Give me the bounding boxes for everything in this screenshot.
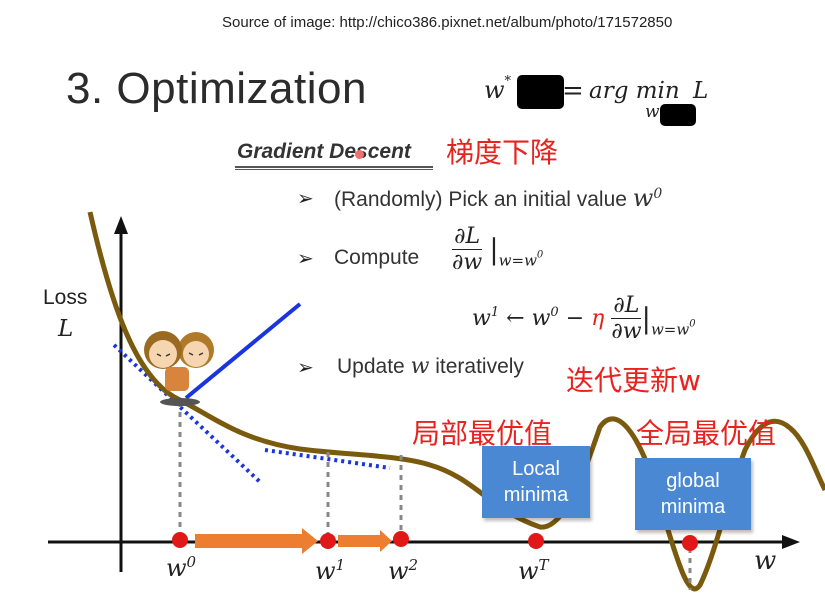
global-minima-line1: global — [666, 470, 720, 492]
global-minima-zh: 全局最优值 — [636, 417, 777, 450]
local-minima-line1: Local — [512, 458, 560, 480]
y-axis-var: L — [58, 316, 74, 342]
loss-curve — [87, 211, 825, 592]
marker-w2 — [393, 531, 409, 547]
label-w0: w0 — [166, 553, 196, 582]
label-wT-sup: T — [538, 556, 549, 574]
label-w1-base: w — [315, 557, 336, 585]
y-axis-label: Loss — [43, 286, 88, 309]
global-minima-box: global minima — [635, 458, 751, 530]
label-w1-sup: 1 — [335, 556, 346, 574]
step-arrow-1-head — [302, 528, 318, 554]
x-axis-arrow-icon — [782, 535, 800, 549]
step-arrow-1 — [195, 534, 305, 548]
marker-w1 — [320, 533, 336, 549]
label-w2-sup: 2 — [408, 556, 419, 574]
label-wT: wT — [518, 556, 549, 585]
label-w2-base: w — [388, 557, 409, 585]
local-minima-line2: minima — [503, 484, 569, 506]
x-axis-var: w — [754, 546, 777, 576]
global-minima-line2: minima — [660, 496, 726, 518]
step-arrow-2 — [338, 535, 382, 547]
cartoon-character-icon — [144, 331, 214, 406]
label-w1: w1 — [315, 556, 345, 585]
label-w2: w2 — [388, 556, 418, 585]
label-w0-sup: 0 — [186, 553, 197, 571]
marker-w0 — [172, 532, 188, 548]
label-w0-base: w — [166, 554, 187, 582]
marker-global — [682, 535, 698, 551]
local-minima-box: Local minima — [482, 446, 590, 518]
step-arrow-2-head — [380, 530, 392, 552]
label-wT-base: w — [518, 557, 539, 585]
marker-wT — [528, 533, 544, 549]
y-axis-arrow-icon — [114, 216, 128, 234]
